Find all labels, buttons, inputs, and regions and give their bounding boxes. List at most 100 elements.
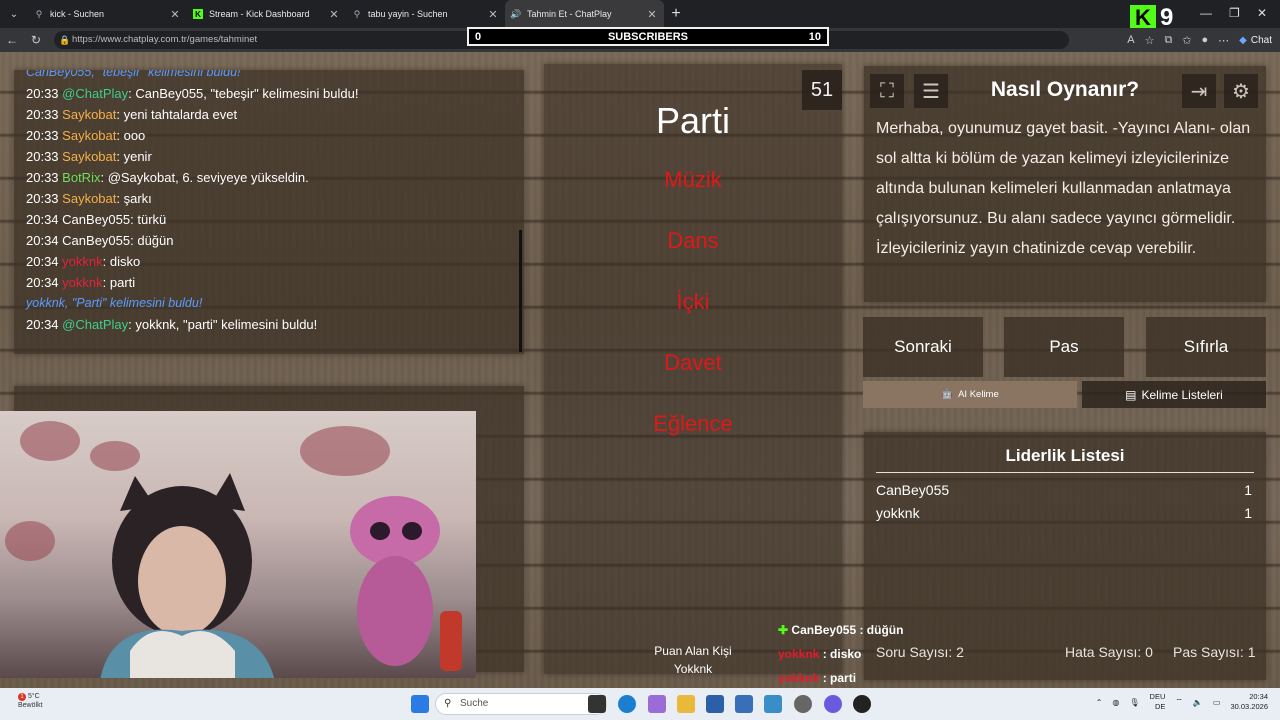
windows-start-icon[interactable] bbox=[411, 695, 429, 713]
chat-text: : disko bbox=[102, 254, 141, 269]
chat-button-label: Chat bbox=[1250, 34, 1272, 46]
favorites-icon[interactable]: ✩ bbox=[1182, 34, 1191, 47]
chat-time: 20:33 bbox=[26, 149, 59, 164]
store-icon[interactable] bbox=[706, 695, 724, 713]
close-window-icon[interactable]: ✕ bbox=[1257, 6, 1267, 20]
favorite-star-icon[interactable]: ☆ bbox=[1145, 34, 1155, 47]
close-tab-icon[interactable]: ✕ bbox=[328, 8, 340, 21]
extensions-icon[interactable]: ⧉ bbox=[1164, 34, 1172, 47]
robot-icon: 🤖 bbox=[941, 389, 954, 400]
taskbar-search[interactable]: ⚲ Suche bbox=[435, 693, 607, 715]
system-tray: ⌃ ◍ 🎙 DEU DE ⌔ 🔈 ▭ 20:34 30.03.2026 bbox=[1096, 692, 1268, 712]
chat-line: 20:33 Saykobat: yenir bbox=[26, 146, 512, 167]
logout-icon[interactable]: ⇥ bbox=[1182, 74, 1216, 108]
browser-tab-2[interactable]: K Stream - Kick Dashboard ✕ bbox=[187, 0, 346, 28]
wifi-icon[interactable]: ⌔ bbox=[1175, 697, 1183, 707]
edge-icon[interactable] bbox=[618, 695, 636, 713]
search-icon: ⚲ bbox=[353, 8, 361, 19]
read-aloud-icon[interactable]: A bbox=[1127, 34, 1134, 46]
windows-taskbar: 1 5°C Bewölkt ⚲ Suche ⌃ ◍ 🎙 DEU DE ⌔ 🔈 ▭… bbox=[0, 688, 1280, 720]
chat-time: 20:34 bbox=[26, 275, 59, 290]
minimize-icon[interactable]: — bbox=[1200, 6, 1212, 20]
background-blossom bbox=[90, 441, 140, 471]
tab-list-menu-icon[interactable]: ⌄ bbox=[0, 0, 28, 28]
how-to-play-panel: ⛶ ☰ Nasıl Oynanır? ⇥ ⚙ Merhaba, oyunumuz… bbox=[864, 66, 1266, 302]
clock[interactable]: 20:34 30.03.2026 bbox=[1230, 692, 1268, 712]
word-lists-button[interactable]: ▤ Kelime Listeleri bbox=[1082, 381, 1266, 408]
discord-icon[interactable] bbox=[824, 695, 842, 713]
lock-icon[interactable]: 🔒 bbox=[59, 31, 70, 49]
overlay-text: : parti bbox=[819, 671, 857, 685]
chat-user: Saykobat bbox=[62, 107, 117, 122]
gear-icon[interactable]: ⚙ bbox=[1224, 74, 1258, 108]
taboo-word: Eğlence bbox=[653, 411, 733, 436]
chat-line: 20:33 Saykobat: ooo bbox=[26, 125, 512, 146]
browser-tab-3[interactable]: ⚲ tabu yayin - Suchen ✕ bbox=[346, 0, 505, 28]
reset-button[interactable]: Sıfırla bbox=[1146, 317, 1266, 377]
profile-avatar-icon[interactable]: ● bbox=[1202, 34, 1209, 46]
file-explorer-icon[interactable] bbox=[677, 695, 695, 713]
task-view-icon[interactable] bbox=[588, 695, 606, 713]
chat-text: : ooo bbox=[116, 128, 146, 143]
leader-score: 1 bbox=[1244, 505, 1252, 521]
error-count: Hata Sayısı: 0 bbox=[1065, 644, 1153, 660]
next-button[interactable]: Sonraki bbox=[863, 317, 983, 377]
language-indicator[interactable]: DEU DE bbox=[1150, 692, 1166, 712]
chat-line: 20:33 BotRix: @Saykobat, 6. seviyeye yük… bbox=[26, 167, 512, 188]
new-tab-button[interactable]: + bbox=[664, 5, 688, 23]
chat-user: BotRix bbox=[62, 170, 101, 185]
network-icon[interactable]: ◍ bbox=[1112, 698, 1119, 707]
battery-icon[interactable]: ▭ bbox=[1213, 698, 1221, 707]
obs-icon[interactable] bbox=[853, 695, 871, 713]
ai-word-button[interactable]: 🤖 AI Kelime bbox=[863, 381, 1077, 408]
browser-tab-4-active[interactable]: 🔊 Tahmin Et - ChatPlay ✕ bbox=[505, 0, 664, 28]
clock-date: 30.03.2026 bbox=[1230, 702, 1268, 711]
browser-tab-1[interactable]: ⚲ kick - Suchen ✕ bbox=[28, 0, 187, 28]
lang-line-1: DEU bbox=[1149, 692, 1166, 701]
more-menu-icon[interactable]: ⋯ bbox=[1218, 34, 1229, 47]
chat-text: : CanBey055, "tebeşir" kelimesini buldu! bbox=[128, 86, 359, 101]
maximize-icon[interactable]: ❐ bbox=[1229, 6, 1240, 20]
tray-chevron-icon[interactable]: ⌃ bbox=[1096, 698, 1103, 707]
chat-text: : şarkı bbox=[116, 191, 152, 206]
overlay-text: : disko bbox=[819, 647, 862, 661]
copilot-chat-button[interactable]: ◆ Chat bbox=[1239, 35, 1272, 46]
taboo-word: Davet bbox=[664, 350, 722, 375]
leaderboard-title: Liderlik Listesi bbox=[876, 446, 1254, 473]
weather-widget[interactable]: 1 5°C Bewölkt bbox=[18, 692, 43, 710]
leaderboard-row: CanBey055 1 bbox=[876, 482, 1252, 498]
chat-user: @ChatPlay bbox=[62, 317, 129, 332]
url-text: https://www.chatplay.com.tr/games/tahmin… bbox=[72, 34, 258, 45]
close-tab-icon[interactable]: ✕ bbox=[487, 8, 499, 21]
mic-icon[interactable]: 🎙 bbox=[1129, 698, 1139, 707]
copilot-icon[interactable] bbox=[648, 695, 666, 713]
overlay-chat-line: yokknk : parti bbox=[778, 671, 856, 685]
chat-time: 20:33 bbox=[26, 107, 59, 122]
subs-label: SUBSCRIBERS bbox=[607, 30, 689, 43]
settings-icon[interactable] bbox=[794, 695, 812, 713]
chat-scrollbar[interactable] bbox=[519, 230, 522, 352]
chat-text: : yenir bbox=[116, 149, 152, 164]
overlay-user: yokknk bbox=[778, 647, 820, 661]
pass-count: Pas Sayısı: 1 bbox=[1173, 644, 1256, 660]
webcam-feed bbox=[0, 411, 476, 678]
close-tab-icon[interactable]: ✕ bbox=[169, 8, 181, 21]
question-count: Soru Sayısı: 2 bbox=[876, 644, 964, 660]
chat-time: 20:34 bbox=[26, 233, 59, 248]
close-tab-icon[interactable]: ✕ bbox=[646, 8, 658, 21]
chat-panel: CanBey055, "tebeşir" kelimesini buldu! 2… bbox=[14, 70, 524, 354]
browser-tab-strip: ⌄ ⚲ kick - Suchen ✕ K Stream - Kick Dash… bbox=[0, 0, 1280, 31]
taboo-word: Müzik bbox=[664, 167, 722, 192]
chat-text: : @Saykobat, 6. seviyeye yükseldin. bbox=[100, 170, 309, 185]
search-icon: ⚲ bbox=[444, 698, 452, 709]
volume-icon[interactable]: 🔈 bbox=[1193, 698, 1203, 707]
reload-icon[interactable]: ↻ bbox=[24, 28, 48, 52]
leader-name: yokknk bbox=[876, 505, 920, 521]
audio-icon[interactable]: 🔊 bbox=[510, 9, 521, 19]
mail-icon[interactable] bbox=[735, 695, 753, 713]
app-icon[interactable] bbox=[764, 695, 782, 713]
back-icon[interactable]: ← bbox=[0, 28, 24, 52]
pass-button[interactable]: Pas bbox=[1004, 317, 1124, 377]
taboo-word: İçki bbox=[676, 289, 710, 314]
chat-line: 20:33 Saykobat: yeni tahtalarda evet bbox=[26, 104, 512, 125]
